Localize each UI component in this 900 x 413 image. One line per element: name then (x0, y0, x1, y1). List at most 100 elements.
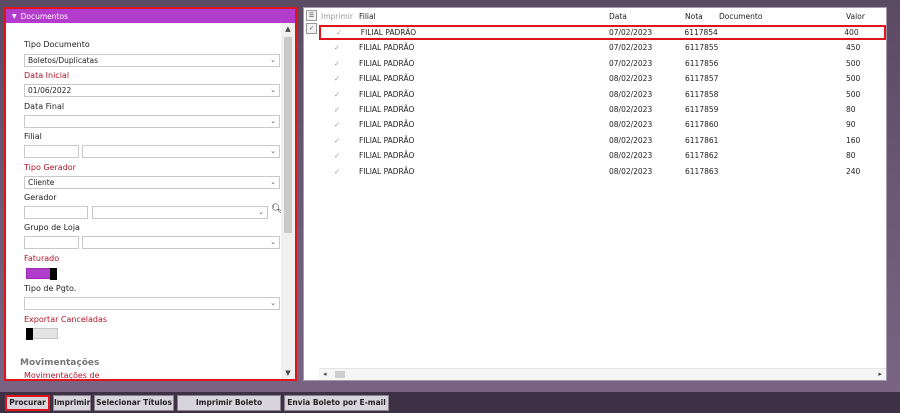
cell-data: 08/02/2023 (609, 166, 653, 176)
toggle-knob (26, 328, 33, 340)
imprimir-checkbox[interactable]: ✓ (319, 167, 355, 176)
data-final-field[interactable]: ⌄ (24, 115, 280, 128)
chevron-down-icon[interactable]: ▼ (281, 369, 295, 377)
column-chooser-icon[interactable]: ☰ (306, 10, 317, 21)
table-row[interactable]: ✓ FILIAL PADRÃO 07/02/2023 6117855 450 (319, 40, 886, 55)
chevron-down-icon: ⌄ (270, 238, 276, 246)
cell-nota: 6117856 (685, 58, 719, 68)
exportar-canceladas-label: Exportar Canceladas (24, 315, 108, 324)
chevron-down-icon: ⌄ (270, 86, 276, 94)
search-icon[interactable]: 🔍︎ (271, 204, 281, 215)
cell-valor: 80 (846, 151, 856, 161)
scrollbar-thumb[interactable] (284, 37, 292, 233)
scrollbar-thumb[interactable] (335, 371, 345, 378)
tipo-documento-select[interactable]: Boletos/Duplicatas ⌄ (24, 54, 280, 67)
column-header-valor[interactable]: Valor (846, 12, 886, 21)
column-header-filial[interactable]: Filial (355, 12, 609, 21)
grupo-loja-label: Grupo de Loja (24, 223, 80, 232)
cell-valor: 160 (846, 135, 861, 145)
cell-valor: 240 (846, 166, 861, 176)
chevron-left-icon[interactable]: ◂ (323, 370, 327, 378)
table-row[interactable]: ✓ FILIAL PADRÃO 08/02/2023 6117857 500 (319, 71, 886, 86)
exportar-canceladas-toggle[interactable] (26, 328, 58, 340)
chevron-right-icon[interactable]: ▸ (878, 370, 882, 378)
column-header-imprimir[interactable]: Imprimir (319, 12, 355, 21)
table-row[interactable]: ✓ FILIAL PADRÃO 08/02/2023 6117861 160 (319, 133, 886, 148)
table-row[interactable]: ✓ FILIAL PADRÃO 07/02/2023 6117854 400 (319, 25, 886, 40)
tipo-pgto-select[interactable]: ⌄ (24, 297, 280, 310)
table-row[interactable]: ✓ FILIAL PADRÃO 08/02/2023 6117863 240 (319, 164, 886, 179)
imprimir-checkbox[interactable]: ✓ (319, 74, 355, 83)
cell-data: 08/02/2023 (609, 89, 653, 99)
imprimir-checkbox[interactable]: ✓ (321, 28, 357, 37)
filial-select[interactable]: ⌄ (82, 145, 280, 158)
table-row[interactable]: ✓ FILIAL PADRÃO 08/02/2023 6117862 80 (319, 148, 886, 163)
cell-nota: 6117857 (685, 74, 719, 84)
selecionar-titulos-button[interactable]: Selecionar Títulos (94, 395, 174, 411)
cell-valor: 80 (846, 105, 856, 114)
imprimir-boleto-button[interactable]: Imprimir Boleto Bancario (177, 395, 281, 413)
cell-filial: FILIAL PADRÃO (359, 58, 415, 68)
envia-boleto-button[interactable]: Envia Boleto por E-mail (284, 395, 389, 411)
filter-panel: ▼ Documentos Tipo Documento Boletos/Dupl… (4, 7, 297, 381)
cell-filial: FILIAL PADRÃO (359, 166, 415, 176)
grid-horizontal-scrollbar[interactable]: ◂ ▸ (319, 368, 886, 380)
chevron-up-icon[interactable]: ▲ (281, 25, 295, 33)
chevron-down-icon: ⌄ (270, 299, 276, 307)
imprimir-checkbox[interactable]: ✓ (319, 151, 355, 160)
grupo-loja-select[interactable]: ⌄ (82, 236, 280, 249)
column-header-documento[interactable]: Documento (719, 12, 846, 21)
imprimir-checkbox[interactable]: ✓ (319, 59, 355, 68)
grupo-loja-code-input[interactable] (24, 236, 79, 249)
column-header-nota[interactable]: Nota (685, 12, 719, 21)
table-row[interactable]: ✓ FILIAL PADRÃO 08/02/2023 6117860 90 (319, 117, 886, 132)
cell-data: 08/02/2023 (609, 105, 653, 114)
procurar-button[interactable]: Procurar (5, 395, 50, 411)
table-row[interactable]: ✓ FILIAL PADRÃO 08/02/2023 6117859 80 (319, 102, 886, 117)
cell-nota: 6117863 (685, 166, 719, 176)
faturado-toggle[interactable] (26, 268, 57, 280)
grid-header: Imprimir Filial Data Nota Documento Valo… (319, 8, 886, 24)
column-header-data[interactable]: Data (609, 12, 685, 21)
tipo-gerador-value: Cliente (28, 178, 55, 187)
imprimir-checkbox[interactable]: ✓ (319, 120, 355, 129)
cell-filial: FILIAL PADRÃO (360, 28, 417, 37)
check-icon: ✓ (335, 28, 343, 37)
table-row[interactable]: ✓ FILIAL PADRÃO 07/02/2023 6117856 500 (319, 56, 886, 71)
check-icon: ✓ (333, 166, 341, 176)
cell-nota: 6117854 (684, 28, 718, 37)
check-icon: ✓ (333, 43, 341, 53)
panel-header[interactable]: ▼ Documentos (6, 9, 295, 23)
gerador-code-input[interactable] (24, 206, 88, 219)
cell-valor: 500 (846, 89, 861, 99)
panel-scrollbar[interactable]: ▲ ▼ (281, 23, 295, 379)
cell-nota: 6117859 (685, 105, 719, 114)
cell-data: 08/02/2023 (609, 74, 653, 84)
imprimir-checkbox[interactable]: ✓ (319, 90, 355, 99)
imprimir-checkbox[interactable]: ✓ (319, 105, 355, 114)
data-inicial-label: Data Inicial (24, 71, 70, 80)
filial-label: Filial (24, 132, 42, 141)
tipo-gerador-select[interactable]: Cliente ⌄ (24, 176, 280, 189)
imprimir-checkbox[interactable]: ✓ (319, 136, 355, 145)
gerador-select[interactable]: ⌄ (92, 206, 268, 219)
chevron-down-icon: ⌄ (270, 56, 276, 64)
cell-filial: FILIAL PADRÃO (359, 135, 415, 145)
cell-filial: FILIAL PADRÃO (359, 43, 415, 53)
table-row[interactable]: ✓ FILIAL PADRÃO 08/02/2023 6117858 500 (319, 87, 886, 102)
filial-code-input[interactable] (24, 145, 79, 158)
select-all-icon[interactable]: ✓ (306, 23, 317, 34)
check-icon: ✓ (333, 105, 341, 114)
check-icon: ✓ (333, 151, 341, 161)
tipo-pgto-label: Tipo de Pgto. (24, 284, 77, 293)
cell-nota: 6117858 (685, 89, 719, 99)
cell-valor: 400 (844, 28, 859, 37)
imprimir-checkbox[interactable]: ✓ (319, 43, 355, 52)
data-inicial-field[interactable]: 01/06/2022 ⌄ (24, 84, 280, 97)
data-final-label: Data Final (24, 102, 65, 111)
check-icon: ✓ (333, 58, 341, 68)
cell-nota: 6117860 (685, 120, 719, 130)
cell-data: 08/02/2023 (609, 151, 653, 161)
collapse-triangle-icon[interactable]: ▼ (12, 13, 17, 20)
imprimir-button[interactable]: Imprimir (53, 395, 91, 411)
